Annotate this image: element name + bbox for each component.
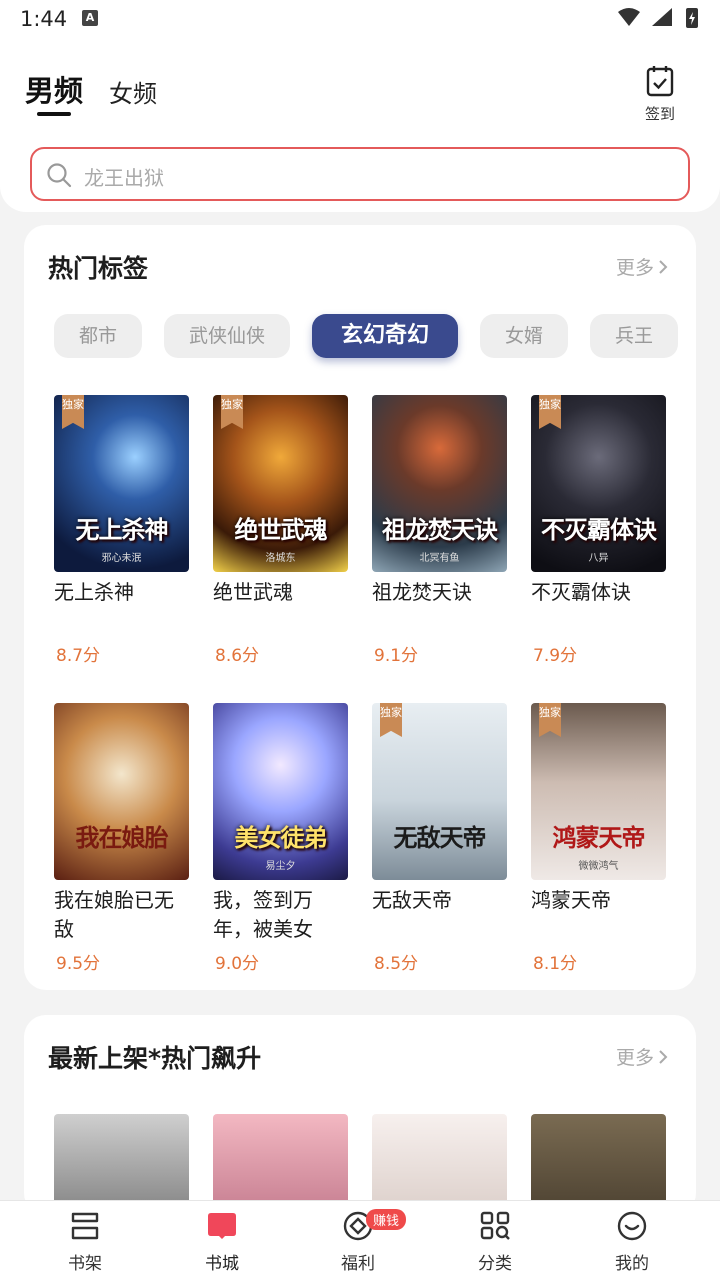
hot-tags-section: 热门标签 更多 都市 武侠仙侠 玄幻奇幻 女婿 兵王 独家 无上杀神 邪心未泯 … bbox=[24, 225, 696, 990]
tab-label: 分类 bbox=[478, 1254, 512, 1274]
book-item[interactable]: 我在娘胎 我在娘胎已无敌 9.5分 bbox=[54, 703, 194, 974]
cover-title: 不灭霸体诀 bbox=[541, 514, 657, 544]
book-cover: 美女徒弟 易尘夕 bbox=[213, 703, 348, 880]
header: 男频 女频 签到 龙王出狱 bbox=[0, 40, 720, 212]
book-item[interactable]: 美女徒弟 易尘夕 我，签到万年，被美女徒... 9.0分 bbox=[213, 703, 353, 974]
book-item[interactable]: 独家 不灭霸体诀 八异 不灭霸体诀 7.9分 bbox=[531, 395, 671, 666]
category-grid-icon bbox=[480, 1211, 510, 1240]
tab-label: 书架 bbox=[68, 1254, 102, 1274]
book-cover: 独家 无上杀神 邪心未泯 bbox=[54, 395, 189, 572]
more-link[interactable]: 更多 bbox=[616, 253, 668, 280]
book-score: 8.6分 bbox=[215, 646, 260, 666]
book-title: 我，签到万年，被美女徒... bbox=[213, 888, 313, 941]
section-title: 热门标签 bbox=[48, 254, 149, 283]
book-item[interactable]: 独家 鸿蒙天帝 微微鸿气 鸿蒙天帝 8.1分 bbox=[531, 703, 671, 974]
book-title: 祖龙焚天诀 bbox=[372, 580, 472, 604]
cover-author: 微微鸿气 bbox=[578, 861, 619, 872]
tab-female[interactable]: 女频 bbox=[109, 74, 157, 109]
tab-active-indicator bbox=[37, 112, 71, 116]
exclusive-badge: 独家 bbox=[62, 395, 84, 429]
tab-profile[interactable]: 我的 bbox=[592, 1211, 672, 1274]
chevron-right-icon bbox=[659, 259, 668, 274]
book-score: 7.9分 bbox=[533, 646, 578, 666]
exclusive-badge: 独家 bbox=[221, 395, 243, 429]
tab-bookstore[interactable]: 书城 bbox=[182, 1211, 262, 1274]
book-title: 无上杀神 bbox=[54, 580, 134, 604]
book-item[interactable]: 祖龙焚天诀 北冥有鱼 祖龙焚天诀 9.1分 bbox=[372, 395, 512, 666]
search-bar[interactable]: 龙王出狱 bbox=[30, 147, 690, 201]
bookstore-icon bbox=[208, 1213, 236, 1239]
new-hot-section: 最新上架*热门飙升 更多 bbox=[24, 1015, 696, 1215]
tab-bookshelf[interactable]: 书架 bbox=[45, 1211, 125, 1274]
book-item[interactable]: 独家 绝世武魂 洛城东 绝世武魂 8.6分 bbox=[213, 395, 353, 666]
book-score: 9.1分 bbox=[374, 646, 419, 666]
earn-badge: 赚钱 bbox=[366, 1209, 407, 1230]
search-placeholder: 龙王出狱 bbox=[84, 166, 164, 190]
book-title: 无敌天帝 bbox=[372, 888, 452, 912]
exclusive-badge: 独家 bbox=[539, 703, 561, 737]
search-icon bbox=[47, 163, 72, 188]
cover-title: 无敌天帝 bbox=[393, 822, 487, 852]
tab-category[interactable]: 分类 bbox=[455, 1211, 535, 1274]
book-cover: 独家 无敌天帝 bbox=[372, 703, 507, 880]
tab-label: 我的 bbox=[615, 1254, 649, 1274]
cover-title: 祖龙焚天诀 bbox=[382, 514, 498, 544]
book-title: 不灭霸体诀 bbox=[531, 580, 631, 604]
cover-title: 鸿蒙天帝 bbox=[552, 822, 646, 852]
tag-chip[interactable]: 女婿 bbox=[480, 314, 568, 358]
book-item[interactable]: 独家 无上杀神 邪心未泯 无上杀神 8.7分 bbox=[54, 395, 194, 666]
smile-icon bbox=[617, 1211, 647, 1241]
book-title: 我在娘胎已无敌 bbox=[54, 888, 174, 941]
book-cover: 独家 鸿蒙天帝 微微鸿气 bbox=[531, 703, 666, 880]
chevron-right-icon bbox=[659, 1049, 668, 1064]
tag-chip[interactable]: 都市 bbox=[54, 314, 142, 358]
more-label: 更多 bbox=[615, 1047, 654, 1069]
book-score: 9.5分 bbox=[56, 954, 101, 974]
more-link[interactable]: 更多 bbox=[616, 1043, 668, 1070]
bookshelf-icon bbox=[71, 1212, 99, 1240]
cover-author: 北冥有鱼 bbox=[419, 553, 460, 564]
status-bar: 1:44 A bbox=[0, 0, 720, 40]
tab-label: 福利 bbox=[341, 1254, 375, 1274]
cover-author: 八异 bbox=[588, 553, 609, 564]
tab-male[interactable]: 男频 bbox=[25, 68, 83, 110]
book-score: 8.1分 bbox=[533, 954, 578, 974]
tag-chip[interactable]: 武侠仙侠 bbox=[164, 314, 290, 358]
exclusive-badge: 独家 bbox=[380, 703, 402, 737]
book-cover: 独家 不灭霸体诀 八异 bbox=[531, 395, 666, 572]
book-score: 8.5分 bbox=[374, 954, 419, 974]
cover-author: 易尘夕 bbox=[265, 861, 296, 872]
checkin-label: 签到 bbox=[644, 105, 675, 123]
cover-author: 邪心未泯 bbox=[101, 553, 142, 564]
book-title: 鸿蒙天帝 bbox=[531, 888, 611, 912]
book-title: 绝世武魂 bbox=[213, 580, 293, 604]
cover-title: 绝世武魂 bbox=[234, 514, 328, 544]
book-score: 8.7分 bbox=[56, 646, 101, 666]
book-cover: 祖龙焚天诀 北冥有鱼 bbox=[372, 395, 507, 572]
status-time: 1:44 bbox=[20, 7, 68, 31]
bottom-tab-bar: 书架 书城 福利 分类 我的 bbox=[0, 1200, 720, 1280]
cover-title: 美女徒弟 bbox=[234, 822, 328, 852]
section-title: 最新上架*热门飙升 bbox=[48, 1044, 262, 1073]
more-label: 更多 bbox=[615, 257, 654, 279]
checkin-button[interactable]: 签到 bbox=[638, 65, 682, 124]
book-cover: 我在娘胎 bbox=[54, 703, 189, 880]
book-item[interactable]: 独家 无敌天帝 无敌天帝 8.5分 bbox=[372, 703, 512, 974]
cover-title: 我在娘胎 bbox=[75, 822, 169, 852]
cover-author: 洛城东 bbox=[265, 553, 296, 564]
tab-label: 书城 bbox=[205, 1254, 239, 1274]
cover-title: 无上杀神 bbox=[75, 514, 169, 544]
calendar-check-icon bbox=[646, 66, 674, 97]
book-cover: 独家 绝世武魂 洛城东 bbox=[213, 395, 348, 572]
exclusive-badge: 独家 bbox=[539, 395, 561, 429]
tag-chip[interactable]: 兵王 bbox=[590, 314, 678, 358]
notification-icon: A bbox=[82, 10, 98, 26]
status-icons bbox=[618, 8, 698, 28]
tag-chip-active[interactable]: 玄幻奇幻 bbox=[312, 314, 458, 358]
book-score: 9.0分 bbox=[215, 954, 260, 974]
